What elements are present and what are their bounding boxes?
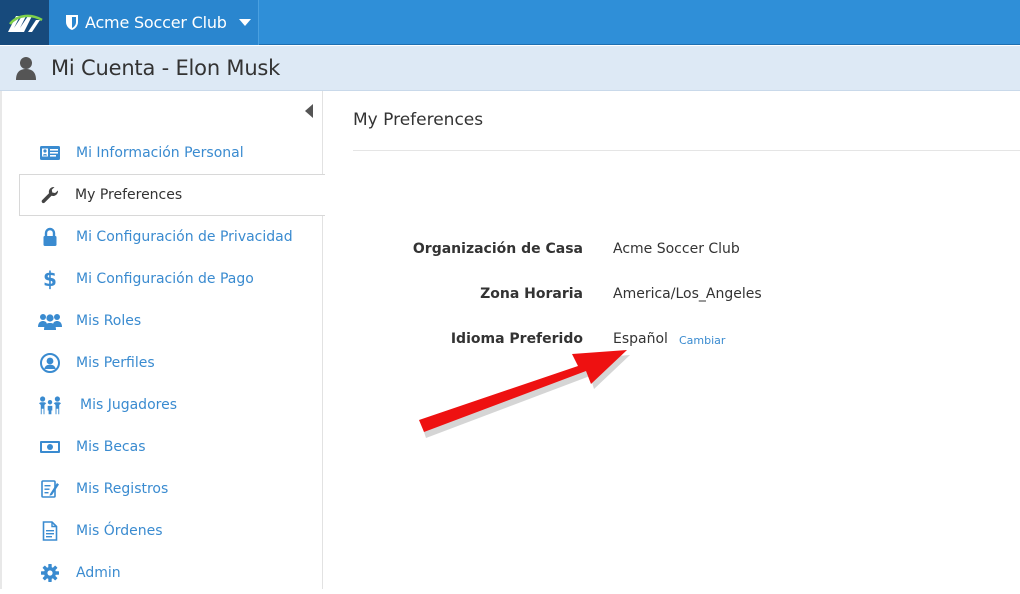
gear-icon xyxy=(38,562,62,584)
sidebar-item-registrations[interactable]: Mis Registros xyxy=(2,468,325,510)
pref-value: Acme Soccer Club xyxy=(613,241,740,257)
sidebar-item-label: Mi Información Personal xyxy=(76,145,244,161)
shield-icon xyxy=(66,15,78,30)
dollar-icon: $ xyxy=(38,268,62,290)
wrench-icon xyxy=(38,184,62,206)
id-card-icon xyxy=(38,142,62,164)
top-navbar: Acme Soccer Club xyxy=(0,0,1020,45)
sidebar-item-label: Admin xyxy=(76,565,121,581)
pref-label: Zona Horaria xyxy=(480,286,583,302)
sidebar-item-label: Mis Roles xyxy=(76,313,142,329)
money-icon xyxy=(38,436,62,458)
sidebar-item-label: My Preferences xyxy=(75,187,183,203)
club-logo-icon xyxy=(7,14,43,32)
sidebar-item-orders[interactable]: Mis Órdenes xyxy=(2,510,325,552)
sidebar-item-profiles[interactable]: Mis Perfiles xyxy=(2,342,325,384)
page-title: Mi Cuenta - Elon Musk xyxy=(51,56,281,80)
sidebar-item-label: Mi Configuración de Privacidad xyxy=(76,229,293,245)
sidebar-item-preferences[interactable]: My Preferences xyxy=(19,174,325,216)
document-icon xyxy=(38,520,62,542)
pref-label: Idioma Preferido xyxy=(450,331,583,347)
sidebar-item-admin[interactable]: Admin xyxy=(2,552,325,594)
sidebar-item-label: Mis Órdenes xyxy=(76,523,163,539)
section-title: My Preferences xyxy=(353,110,484,130)
user-icon xyxy=(16,57,36,80)
divider xyxy=(353,150,1020,151)
sidebar-item-label: Mi Configuración de Pago xyxy=(76,271,254,287)
children-icon xyxy=(38,394,62,416)
collapse-sidebar-icon[interactable] xyxy=(305,104,313,118)
sidebar-nav: Mi Información Personal My Preferences M… xyxy=(2,132,325,594)
pref-row-preferred-language: Idioma Preferido Español Cambiar xyxy=(324,331,1020,355)
sidebar-item-scholarships[interactable]: Mis Becas xyxy=(2,426,325,468)
edit-document-icon xyxy=(38,478,62,500)
sidebar-item-label: Mis Becas xyxy=(76,439,146,455)
sidebar-item-label: Mis Perfiles xyxy=(76,355,155,371)
chevron-down-icon xyxy=(238,19,251,26)
pref-value: America/Los_Angeles xyxy=(613,286,762,302)
pref-label: Organización de Casa xyxy=(412,241,583,257)
user-circle-icon xyxy=(38,352,62,374)
change-language-link[interactable]: Cambiar xyxy=(679,334,725,347)
sidebar-item-roles[interactable]: Mis Roles xyxy=(2,300,325,342)
sidebar-item-label: Mis Jugadores xyxy=(80,397,177,413)
sidebar-item-privacy[interactable]: Mi Configuración de Privacidad xyxy=(2,216,325,258)
sidebar-item-payment[interactable]: $ Mi Configuración de Pago xyxy=(2,258,325,300)
organization-switcher[interactable]: Acme Soccer Club xyxy=(49,0,259,45)
svg-text:$: $ xyxy=(43,268,57,290)
page-header: Mi Cuenta - Elon Musk xyxy=(0,46,1020,91)
sidebar-item-personal-info[interactable]: Mi Información Personal xyxy=(2,132,325,174)
pref-row-home-organization: Organización de Casa Acme Soccer Club xyxy=(324,241,1020,265)
sidebar-item-label: Mis Registros xyxy=(76,481,169,497)
sidebar: Mi Información Personal My Preferences M… xyxy=(0,91,325,589)
lock-icon xyxy=(38,226,62,248)
sidebar-item-players[interactable]: Mis Jugadores xyxy=(2,384,325,426)
organization-name: Acme Soccer Club xyxy=(85,13,227,32)
club-logo[interactable] xyxy=(0,0,49,45)
users-icon xyxy=(38,310,62,332)
pref-value: Español xyxy=(613,331,668,347)
main-content: My Preferences Organización de Casa Acme… xyxy=(324,91,1020,589)
pref-row-time-zone: Zona Horaria America/Los_Angeles xyxy=(324,286,1020,310)
